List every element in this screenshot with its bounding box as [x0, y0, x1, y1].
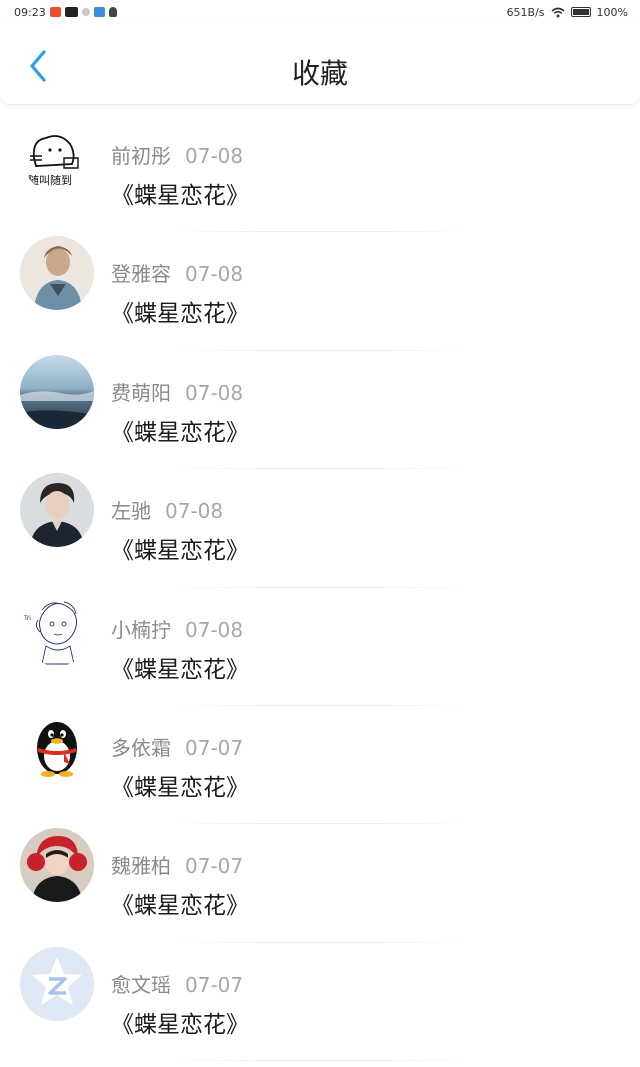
- author-name: 登雅容: [111, 262, 171, 287]
- favorite-title[interactable]: 《蝶星恋花》: [111, 531, 249, 565]
- favorite-title[interactable]: 《蝶星恋花》: [111, 294, 249, 328]
- favorite-meta: 愈文瑶 07-07: [111, 969, 243, 998]
- favorite-meta: 魏雅柏 07-07: [111, 850, 243, 879]
- wifi-icon: [551, 7, 565, 17]
- penguin-avatar: [20, 709, 94, 784]
- favorite-item[interactable]: 魏雅柏 07-07 《蝶星恋花》: [0, 824, 640, 943]
- favorite-item[interactable]: 随叫随到 前初彤 07-08 《蝶星恋花》: [0, 114, 640, 233]
- favorites-list: 随叫随到 前初彤 07-08 《蝶星恋花》 登雅容 07-08 《蝶星恋花》 费…: [0, 114, 640, 1062]
- status-left: 09:23: [14, 6, 117, 19]
- favorite-meta: 多依霜 07-07: [111, 732, 243, 761]
- author-name: 魏雅柏: [111, 854, 171, 879]
- sketch-avatar: Tri: [20, 591, 94, 666]
- favorite-date: 07-08: [185, 262, 244, 287]
- author-name: 左驰: [111, 499, 151, 524]
- network-speed: 651B/s: [506, 5, 545, 19]
- favorite-date: 07-07: [185, 972, 244, 997]
- landscape-avatar: [20, 354, 94, 429]
- app-header: 收藏: [0, 24, 640, 105]
- photo-avatar: [20, 236, 94, 311]
- author-name: 费萌阳: [111, 380, 171, 405]
- favorite-date: 07-08: [185, 144, 244, 168]
- favorite-item[interactable]: 左驰 07-08 《蝶星恋花》: [0, 469, 640, 588]
- favorite-date: 07-07: [185, 854, 244, 879]
- favorite-meta: 费萌阳 07-08: [111, 377, 243, 406]
- favorite-date: 07-08: [185, 380, 244, 405]
- favorite-title[interactable]: 《蝶星恋花》: [111, 1005, 249, 1039]
- favorite-date: 07-07: [185, 735, 244, 760]
- svg-text:随叫随到: 随叫随到: [28, 173, 72, 187]
- favorite-title[interactable]: 《蝶星恋花》: [111, 413, 249, 447]
- status-time: 09:23: [14, 5, 46, 19]
- qq-notification-icon: [108, 7, 117, 17]
- favorite-meta: 登雅容 07-08: [111, 258, 243, 287]
- doodle-avatar: 随叫随到: [20, 118, 94, 192]
- red-hat-avatar: [20, 828, 94, 903]
- favorite-item[interactable]: 登雅容 07-08 《蝶星恋花》: [0, 232, 640, 351]
- favorite-date: 07-08: [165, 499, 224, 524]
- battery-icon: [570, 7, 591, 17]
- favorite-date: 07-08: [185, 617, 244, 642]
- battery-level: 100%: [596, 5, 628, 19]
- author-name: 小楠拧: [111, 617, 171, 642]
- notification-app-icon: [64, 7, 78, 17]
- notification-dot-icon: [81, 8, 90, 16]
- portrait-avatar: [20, 473, 94, 548]
- default-z-avatar: [20, 946, 94, 1021]
- divider: [170, 1060, 470, 1062]
- author-name: 前初彤: [111, 144, 171, 168]
- status-bar: 09:23 651B/s 100%: [0, 0, 640, 24]
- favorite-item[interactable]: 费萌阳 07-08 《蝶星恋花》: [0, 351, 640, 470]
- author-name: 多依霜: [111, 735, 171, 760]
- favorite-item[interactable]: 多依霜 07-07 《蝶星恋花》: [0, 706, 640, 825]
- favorite-title[interactable]: 《蝶星恋花》: [111, 650, 249, 684]
- notification-app-icon: [49, 7, 61, 17]
- svg-text:Tri: Tri: [23, 615, 31, 622]
- favorite-title[interactable]: 《蝶星恋花》: [111, 176, 249, 210]
- favorite-meta: 左驰 07-08: [111, 495, 223, 524]
- page-title: 收藏: [291, 57, 348, 90]
- author-name: 愈文瑶: [111, 972, 171, 997]
- favorite-item[interactable]: Tri 小楠拧 07-08 《蝶星恋花》: [0, 588, 640, 706]
- notification-app-icon: [93, 7, 105, 17]
- favorite-title[interactable]: 《蝶星恋花》: [111, 886, 249, 920]
- status-right: 651B/s 100%: [507, 6, 628, 19]
- favorite-meta: 小楠拧 07-08: [111, 614, 243, 643]
- favorite-meta: 前初彤 07-08: [111, 140, 243, 169]
- favorite-title[interactable]: 《蝶星恋花》: [111, 768, 249, 802]
- favorite-item[interactable]: 愈文瑶 07-07 《蝶星恋花》: [0, 943, 640, 1062]
